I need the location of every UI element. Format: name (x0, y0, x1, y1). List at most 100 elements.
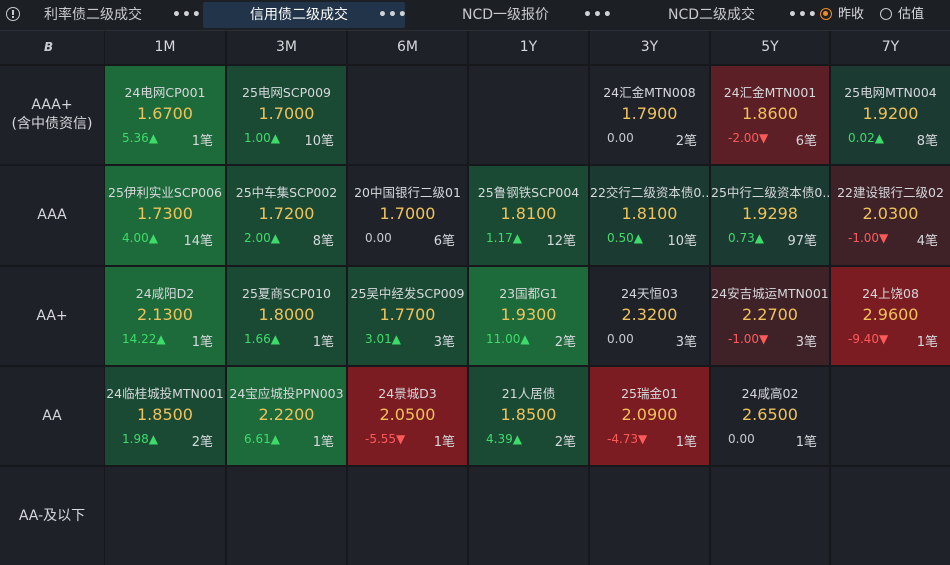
row-label: AA+ (0, 267, 104, 365)
trade-count: 8笔 (916, 134, 938, 149)
bond-cell[interactable]: 25伊利实业SCP006 1.7300 4.00▲ 14笔 (105, 166, 225, 265)
bond-name: 25电网SCP009 (242, 85, 331, 100)
bond-name: 23国都G1 (499, 286, 558, 301)
tab-ncd-secondary[interactable]: NCD二级成交 ••• (630, 2, 817, 28)
bond-name: 24安吉城运MTN001 (711, 286, 829, 301)
bond-cell[interactable]: 24汇金MTN001 1.8600 -2.00▼ 6笔 (711, 66, 829, 164)
bond-cell[interactable]: 20中国银行二级01 1.7000 0.00 6笔 (348, 166, 467, 265)
yield-change: 0.50▲ (607, 231, 643, 245)
bond-yield: 1.7000 (258, 104, 315, 123)
bond-yield: 2.2200 (258, 405, 315, 424)
trade-count: 14笔 (183, 234, 213, 249)
tab-rate-bond-secondary[interactable]: 利率债二级成交 ••• (30, 2, 202, 28)
bond-cell[interactable]: 25瑞金01 2.0900 -4.73▼ 1笔 (590, 367, 709, 465)
bond-cell[interactable]: 24景城D3 2.0500 -5.55▼ 1笔 (348, 367, 467, 465)
yield-change: 0.00 (728, 432, 755, 446)
bond-cell[interactable]: 22交行二级资本债0... 1.8100 0.50▲ 10笔 (590, 166, 709, 265)
yield-change: 6.61▲ (244, 432, 280, 446)
yield-change: 3.01▲ (365, 332, 401, 346)
bond-name: 20中国银行二级01 (354, 185, 461, 200)
bond-yield: 1.8000 (258, 305, 315, 324)
yield-change: 4.39▲ (486, 432, 522, 446)
yield-change: -1.00▼ (848, 231, 889, 245)
bond-name: 24景城D3 (378, 386, 437, 401)
bond-name: 24咸高02 (741, 386, 799, 401)
bond-name: 25中行二级资本债0... (711, 185, 829, 200)
empty-cell (227, 467, 346, 565)
yield-change: 0.00 (607, 332, 634, 346)
tab-credit-bond-secondary[interactable]: 信用债二级成交 ••• (203, 2, 408, 28)
bond-cell[interactable]: 23国都G1 1.9300 11.00▲ 2笔 (469, 267, 588, 365)
empty-cell (590, 467, 709, 565)
row-label: AAA (0, 166, 104, 265)
trade-count: 12笔 (546, 234, 576, 249)
bond-cell[interactable]: 25电网MTN004 1.9200 0.02▲ 8笔 (831, 66, 950, 164)
yield-change: 14.22▲ (122, 332, 166, 346)
top-bar: 利率债二级成交 ••• 信用债二级成交 ••• NCD一级报价 ••• NCD二… (0, 0, 950, 31)
bond-cell[interactable]: 25中行二级资本债0... 1.9298 0.73▲ 97笔 (711, 166, 829, 265)
more-icon[interactable]: ••• (788, 2, 818, 28)
bond-name: 24临桂城投MTN001 (106, 386, 224, 401)
bond-name: 24咸阳D2 (135, 286, 195, 301)
empty-cell (469, 66, 588, 164)
bond-name: 25伊利实业SCP006 (108, 185, 222, 200)
bond-cell[interactable]: 24汇金MTN008 1.7900 0.00 2笔 (590, 66, 709, 164)
bond-cell[interactable]: 24电网CP001 1.6700 5.36▲ 1笔 (105, 66, 225, 164)
bond-yield: 1.7900 (621, 104, 678, 123)
yield-change: -4.73▼ (607, 432, 648, 446)
radio-label: 昨收 (838, 7, 865, 22)
trade-count: 8笔 (312, 234, 334, 249)
bond-cell[interactable]: 24宝应城投PPN003 2.2200 6.61▲ 1笔 (227, 367, 346, 465)
bond-name: 25吴中经发SCP009 (350, 286, 465, 301)
bond-yield: 1.7300 (137, 204, 193, 223)
tab-label: NCD二级成交 (668, 7, 756, 23)
bond-cell[interactable]: 25中车集SCP002 1.7200 2.00▲ 8笔 (227, 166, 346, 265)
trade-count: 1笔 (312, 335, 334, 350)
bond-cell[interactable]: 24咸阳D2 2.1300 14.22▲ 1笔 (105, 267, 225, 365)
column-header-1m: 1M (105, 31, 225, 64)
trade-count: 2笔 (191, 435, 213, 450)
bond-cell[interactable]: 21人居债 1.8500 4.39▲ 2笔 (469, 367, 588, 465)
more-icon[interactable]: ••• (583, 2, 613, 28)
trade-count: 10笔 (304, 134, 334, 149)
more-icon[interactable]: ••• (172, 2, 202, 28)
tab-label: 利率债二级成交 (44, 7, 142, 23)
bond-cell[interactable]: 24咸高02 2.6500 0.00 1笔 (711, 367, 829, 465)
bond-cell[interactable]: 25吴中经发SCP009 1.7700 3.01▲ 3笔 (348, 267, 467, 365)
bond-cell[interactable]: 25夏商SCP010 1.8000 1.66▲ 1笔 (227, 267, 346, 365)
bond-cell[interactable]: 24上饶08 2.9600 -9.40▼ 1笔 (831, 267, 950, 365)
trade-count: 2笔 (554, 335, 576, 350)
column-header-3y: 3Y (590, 31, 709, 64)
radio-valuation[interactable]: 估值 (880, 7, 930, 23)
bond-yield: 1.9200 (862, 104, 919, 123)
bond-cell[interactable]: 25鲁钢铁SCP004 1.8100 1.17▲ 12笔 (469, 166, 588, 265)
more-icon[interactable]: ••• (378, 2, 408, 28)
bond-name: 24天恒03 (621, 286, 678, 301)
bond-yield: 1.9300 (500, 305, 557, 324)
radio-prev-close[interactable]: 昨收 (820, 7, 870, 23)
bond-cell[interactable]: 24临桂城投MTN001 1.8500 1.98▲ 2笔 (105, 367, 225, 465)
bond-yield: 2.6500 (742, 405, 798, 424)
bond-cell[interactable]: 24天恒03 2.3200 0.00 3笔 (590, 267, 709, 365)
bond-name: 24上饶08 (862, 286, 919, 301)
bond-cell[interactable]: 25电网SCP009 1.7000 1.00▲ 10笔 (227, 66, 346, 164)
yield-change: 1.98▲ (122, 432, 158, 446)
yield-change: 1.17▲ (486, 231, 522, 245)
bond-yield: 1.6700 (137, 104, 193, 123)
bond-yield: 1.7700 (379, 305, 436, 324)
bond-yield: 2.1300 (137, 305, 193, 324)
bond-cell[interactable]: 22建设银行二级02 2.0300 -1.00▼ 4笔 (831, 166, 950, 265)
empty-cell (469, 467, 588, 565)
yield-change: -1.00▼ (728, 332, 769, 346)
yield-change: 0.02▲ (848, 131, 884, 145)
trade-count: 2笔 (675, 134, 697, 149)
column-header-3m: 3M (227, 31, 346, 64)
bond-yield: 1.8100 (621, 204, 678, 223)
bond-cell[interactable]: 24安吉城运MTN001 2.2700 -1.00▼ 3笔 (711, 267, 829, 365)
info-icon[interactable] (6, 7, 20, 21)
trade-count: 97笔 (787, 234, 817, 249)
tab-ncd-primary-quote[interactable]: NCD一级报价 ••• (420, 2, 613, 28)
trade-count: 1笔 (191, 134, 213, 149)
bond-yield: 1.8500 (137, 405, 193, 424)
trade-count: 3笔 (433, 335, 455, 350)
